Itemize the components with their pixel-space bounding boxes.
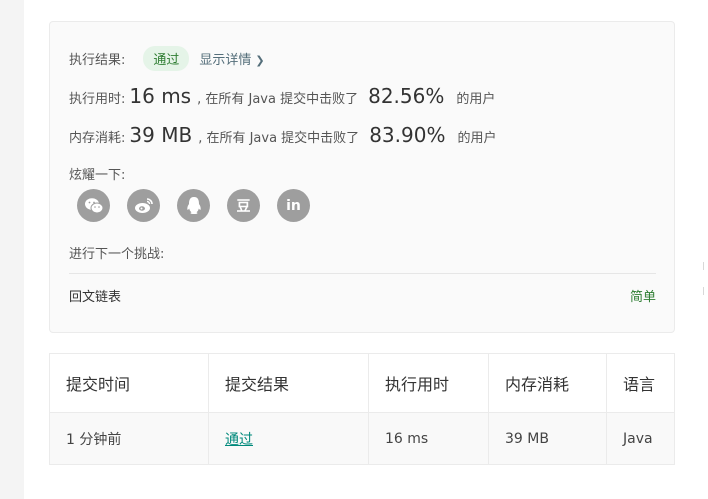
memory-value: 39 MB — [129, 123, 193, 147]
result-row: 执行结果: 通过 显示详情 ❯ — [69, 46, 265, 71]
cell-submit-time: 1 分钟前 — [50, 413, 209, 464]
next-challenge-row: 进行下一个挑战: — [69, 243, 164, 262]
show-details-link[interactable]: 显示详情 ❯ — [199, 49, 264, 68]
next-problem-link[interactable]: 回文链表 — [69, 286, 121, 305]
share-icons: 豆 in — [77, 189, 310, 222]
memory-beat-text: , 在所有 Java 提交中击败了 — [198, 131, 360, 146]
weibo-icon[interactable] — [127, 189, 160, 222]
share-label: 炫耀一下: — [69, 168, 126, 183]
scroll-tick — [703, 262, 704, 270]
cell-submit-result: 通过 — [209, 413, 369, 464]
share-row: 炫耀一下: — [69, 164, 125, 183]
header-language: 语言 — [623, 375, 656, 394]
cell-runtime: 16 ms — [369, 413, 489, 464]
show-details-label: 显示详情 — [199, 53, 252, 68]
submission-result-link[interactable]: 通过 — [225, 429, 253, 449]
douban-icon[interactable]: 豆 — [227, 189, 260, 222]
status-badge: 通过 — [143, 46, 190, 71]
divider — [69, 273, 656, 274]
table-row: 1 分钟前 通过 16 ms 39 MB Java — [50, 412, 674, 464]
douban-glyph: 豆 — [236, 198, 251, 215]
memory-percent: 83.90% — [369, 123, 446, 147]
memory-row: 内存消耗: 39 MB , 在所有 Java 提交中击败了 83.90% 的用户 — [69, 123, 496, 147]
runtime-value: 16 ms — [129, 84, 192, 108]
table-header-row: 提交时间 提交结果 执行用时 内存消耗 语言 — [50, 354, 674, 412]
result-card: 执行结果: 通过 显示详情 ❯ 执行用时: 16 ms , 在所有 Java 提交… — [49, 21, 675, 333]
header-runtime: 执行用时 — [369, 354, 489, 412]
scrollbar-track[interactable] — [700, 0, 708, 499]
runtime-row: 执行用时: 16 ms , 在所有 Java 提交中击败了 82.56% 的用户 — [69, 84, 495, 108]
header-memory: 内存消耗 — [489, 354, 607, 412]
qq-icon[interactable] — [177, 189, 210, 222]
scroll-tick — [703, 287, 704, 295]
memory-suffix: 的用户 — [457, 131, 497, 146]
chevron-right-icon: ❯ — [255, 54, 265, 67]
wechat-icon[interactable] — [77, 189, 110, 222]
submissions-table: 提交时间 提交结果 执行用时 内存消耗 语言 1 分钟前 通过 16 ms 39… — [49, 353, 675, 465]
cell-memory: 39 MB — [489, 413, 607, 464]
difficulty-badge: 简单 — [629, 290, 656, 305]
runtime-beat-text: , 在所有 Java 提交中击败了 — [197, 92, 359, 107]
result-label: 执行结果: — [69, 53, 126, 68]
runtime-percent: 82.56% — [368, 84, 445, 108]
next-challenge-label: 进行下一个挑战: — [69, 247, 165, 262]
linkedin-glyph: in — [286, 197, 301, 214]
memory-label: 内存消耗: — [69, 131, 126, 146]
runtime-label: 执行用时: — [69, 92, 126, 107]
header-submit-result: 提交结果 — [209, 354, 369, 412]
header-submit-time: 提交时间 — [50, 354, 209, 412]
runtime-suffix: 的用户 — [456, 92, 496, 107]
linkedin-icon[interactable]: in — [277, 189, 310, 222]
cell-language: Java — [623, 430, 653, 447]
submission-page: 执行结果: 通过 显示详情 ❯ 执行用时: 16 ms , 在所有 Java 提交… — [24, 0, 700, 499]
